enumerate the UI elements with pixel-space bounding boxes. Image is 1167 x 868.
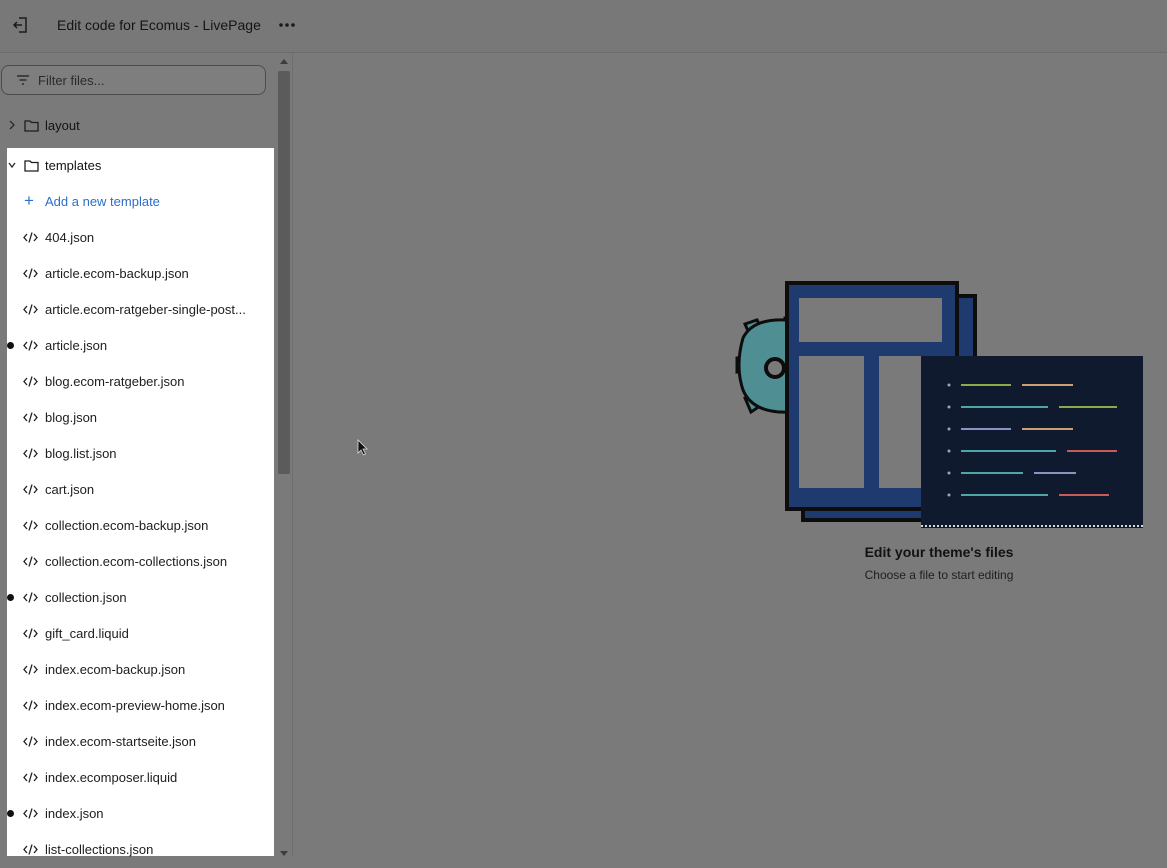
file-label: 404.json — [45, 230, 95, 245]
template-files: 404.json article.ecom-backup.json article.… — [0, 220, 274, 868]
code-editor-icon — [921, 356, 1143, 528]
scroll-down-arrow[interactable] — [280, 851, 288, 856]
mouse-cursor-icon — [357, 439, 368, 456]
folder-layout[interactable]: layout — [0, 108, 274, 144]
file-label: article.json — [45, 338, 108, 353]
folder-templates[interactable]: templates — [0, 148, 274, 184]
file-sidebar: layout templates + Add a new template 40… — [0, 53, 292, 857]
file-item[interactable]: 404.json — [0, 220, 274, 256]
file-label: blog.ecom-ratgeber.json — [45, 374, 185, 389]
code-icon — [23, 268, 38, 279]
file-item[interactable]: article.ecom-ratgeber-single-post... — [0, 292, 274, 328]
templates-panel: templates + Add a new template 404.json a… — [7, 148, 274, 857]
file-item[interactable]: collection.ecom-backup.json — [0, 508, 274, 544]
folder-icon — [24, 120, 39, 132]
code-icon — [23, 340, 38, 351]
modified-indicator — [7, 594, 14, 601]
empty-state-subtitle: Choose a file to start editing — [864, 568, 1014, 582]
code-icon — [23, 412, 38, 423]
folder-label: templates — [45, 158, 102, 173]
file-label: list-collections.json — [45, 842, 154, 857]
file-item[interactable]: list-collections.json — [0, 832, 274, 868]
folder-label: layout — [45, 118, 80, 133]
file-label: collection.ecom-backup.json — [45, 518, 209, 533]
chevron-down-icon — [8, 162, 16, 169]
file-label: blog.json — [45, 410, 98, 425]
filter-icon — [17, 75, 29, 85]
file-label: gift_card.liquid — [45, 626, 129, 641]
file-label: index.ecom-startseite.json — [45, 734, 197, 749]
file-label: collection.ecom-collections.json — [45, 554, 228, 569]
file-label: index.json — [45, 806, 104, 821]
file-item[interactable]: blog.list.json — [0, 436, 274, 472]
modified-indicator — [7, 810, 14, 817]
file-item[interactable]: article.ecom-backup.json — [0, 256, 274, 292]
file-label: blog.list.json — [45, 446, 117, 461]
code-icon — [23, 592, 38, 603]
empty-state-title: Edit your theme's files — [864, 544, 1014, 560]
file-item[interactable]: index.ecom-backup.json — [0, 652, 274, 688]
folder-icon — [24, 160, 39, 172]
top-bar: Edit code for Ecomus - LivePage — [0, 0, 1167, 53]
theme-files-illustration — [735, 281, 1143, 528]
filter-input[interactable] — [38, 70, 258, 90]
file-item[interactable]: gift_card.liquid — [0, 616, 274, 652]
code-icon — [23, 520, 38, 531]
code-icon — [23, 772, 38, 783]
chevron-right-icon — [9, 120, 15, 130]
file-item[interactable]: index.ecomposer.liquid — [0, 760, 274, 796]
file-item[interactable]: cart.json — [0, 472, 274, 508]
code-icon — [23, 664, 38, 675]
modified-indicator — [7, 342, 14, 349]
file-item[interactable]: index.ecom-preview-home.json — [0, 688, 274, 724]
file-label: collection.json — [45, 590, 127, 605]
file-item[interactable]: collection.ecom-collections.json — [0, 544, 274, 580]
filter-box — [1, 65, 266, 95]
exit-icon — [12, 17, 27, 33]
plus-icon: + — [24, 191, 34, 210]
more-horizontal-icon — [279, 23, 295, 27]
file-label: index.ecom-preview-home.json — [45, 698, 225, 713]
code-icon — [23, 628, 38, 639]
page-title: Edit code for Ecomus - LivePage — [57, 17, 261, 33]
file-item[interactable]: article.json — [0, 328, 274, 364]
file-item[interactable]: collection.json — [0, 580, 274, 616]
code-icon — [23, 304, 38, 315]
code-icon — [23, 232, 38, 243]
add-template-label: Add a new template — [45, 194, 160, 209]
file-list: + Add a new template 404.json article.eco… — [0, 184, 274, 868]
file-item[interactable]: index.ecom-startseite.json — [0, 724, 274, 760]
code-icon — [23, 736, 38, 747]
file-item[interactable]: blog.ecom-ratgeber.json — [0, 364, 274, 400]
code-icon — [23, 700, 38, 711]
file-label: article.ecom-ratgeber-single-post... — [45, 302, 246, 317]
sidebar-divider — [292, 53, 293, 856]
scroll-thumb[interactable] — [278, 71, 290, 474]
file-label: article.ecom-backup.json — [45, 266, 189, 281]
code-icon — [23, 844, 38, 855]
file-label: index.ecomposer.liquid — [45, 770, 178, 785]
code-icon — [23, 556, 38, 567]
file-item[interactable]: index.json — [0, 796, 274, 832]
file-label: cart.json — [45, 482, 95, 497]
add-template-button[interactable]: + Add a new template — [0, 184, 274, 220]
code-icon — [23, 808, 38, 819]
file-item[interactable]: blog.json — [0, 400, 274, 436]
code-icon — [23, 484, 38, 495]
code-icon — [23, 448, 38, 459]
scroll-up-arrow[interactable] — [280, 59, 288, 64]
exit-button[interactable] — [10, 14, 32, 36]
file-label: index.ecom-backup.json — [45, 662, 186, 677]
sidebar-scrollbar[interactable] — [276, 57, 291, 856]
more-actions-button[interactable] — [276, 14, 298, 36]
code-icon — [23, 376, 38, 387]
